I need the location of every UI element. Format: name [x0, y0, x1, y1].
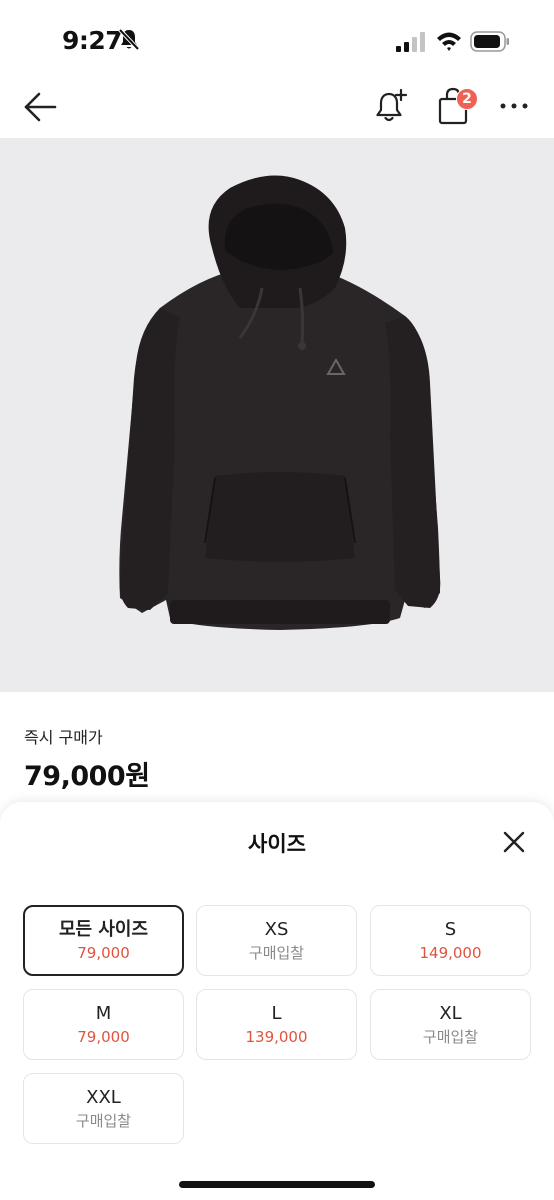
size-option-price: 79,000 — [77, 943, 130, 962]
size-option-xs[interactable]: XS 구매입찰 — [196, 905, 357, 976]
status-time: 9:27 — [62, 26, 123, 55]
size-option-price: 구매입찰 — [422, 1027, 479, 1046]
cart-count-badge: 2 — [456, 88, 478, 110]
notification-add-bell-icon[interactable] — [374, 88, 408, 124]
back-arrow-icon[interactable] — [22, 90, 58, 124]
battery-icon — [470, 31, 509, 52]
size-option-price: 149,000 — [419, 943, 482, 962]
price-section: 즉시 구매가 79,000원 — [24, 724, 150, 793]
size-option-name: XL — [439, 1002, 462, 1024]
size-option-name: M — [95, 1002, 112, 1024]
size-option-all[interactable]: 모든 사이즈 79,000 — [23, 905, 184, 976]
size-option-price: 139,000 — [245, 1027, 308, 1046]
status-bar: 9:27 — [0, 0, 554, 80]
instant-buy-price: 79,000원 — [24, 761, 150, 792]
sheet-title: 사이즈 — [248, 832, 306, 856]
product-image[interactable] — [0, 138, 554, 692]
hoodie-product-photo — [119, 175, 441, 630]
size-option-xxl[interactable]: XXL 구매입찰 — [23, 1073, 184, 1144]
size-option-s[interactable]: S 149,000 — [370, 905, 531, 976]
bell-slash-icon — [118, 28, 140, 51]
size-option-price: 구매입찰 — [248, 943, 305, 962]
size-option-xl[interactable]: XL 구매입찰 — [370, 989, 531, 1060]
size-option-price: 구매입찰 — [75, 1111, 132, 1130]
size-option-name: 모든 사이즈 — [58, 918, 149, 940]
size-option-l[interactable]: L 139,000 — [196, 989, 357, 1060]
size-option-name: XXL — [86, 1086, 121, 1108]
close-icon[interactable] — [502, 830, 526, 854]
size-option-name: L — [271, 1002, 282, 1024]
home-indicator[interactable] — [179, 1181, 375, 1188]
instant-buy-price-label: 즉시 구매가 — [24, 728, 103, 747]
size-option-m[interactable]: M 79,000 — [23, 989, 184, 1060]
cellular-signal-icon — [396, 32, 425, 52]
size-option-name: S — [444, 918, 457, 940]
size-option-name: XS — [264, 918, 289, 940]
more-options-icon[interactable] — [499, 94, 529, 118]
top-nav-bar: 2 — [0, 80, 554, 138]
wifi-icon — [437, 32, 461, 51]
sheet-header: 사이즈 — [0, 802, 554, 882]
size-option-price: 79,000 — [77, 1027, 130, 1046]
size-select-sheet: 사이즈 모든 사이즈 79,000 XS 구매입찰 S 149,000 M 79… — [0, 802, 554, 1200]
